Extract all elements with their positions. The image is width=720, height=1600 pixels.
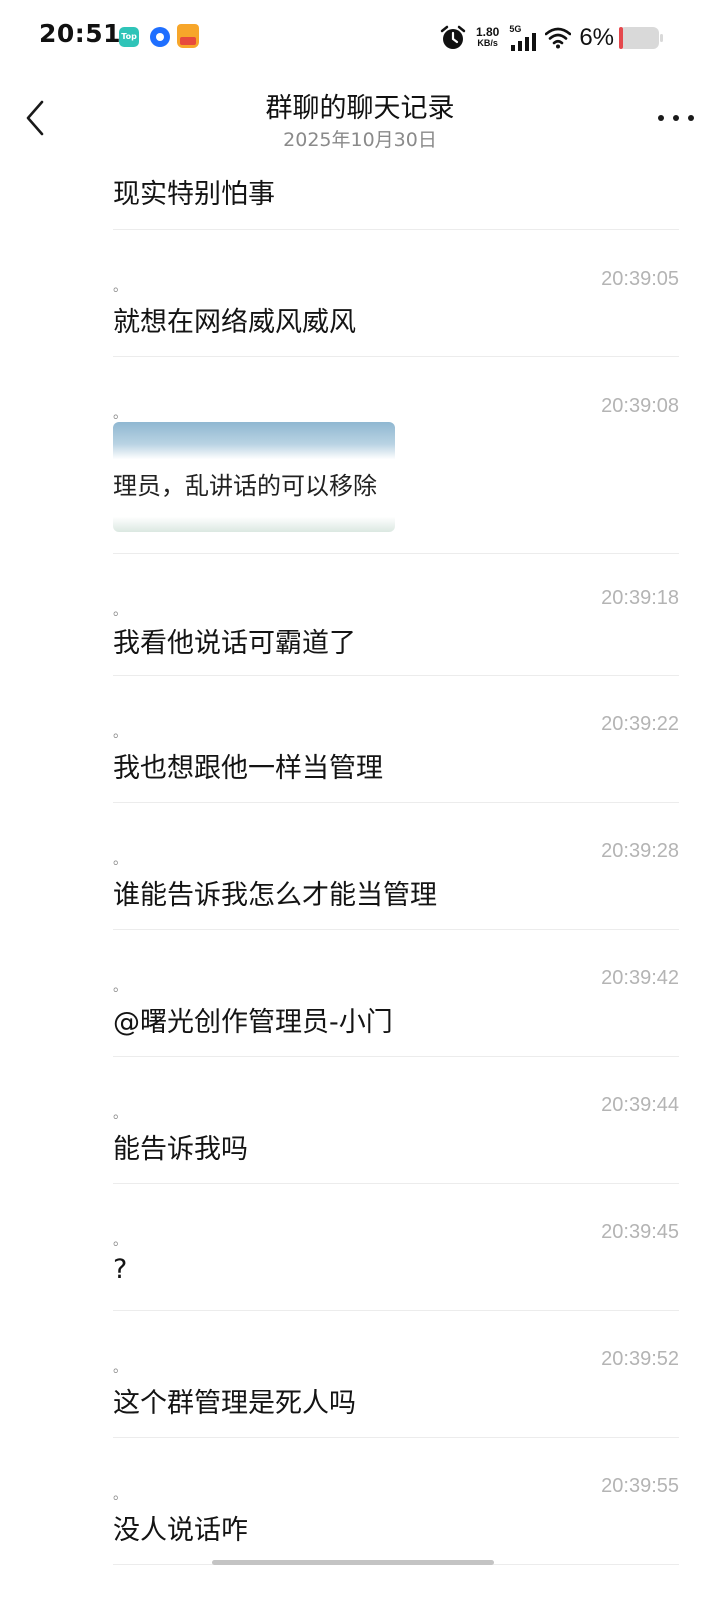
message-text: 我看他说话可霸道了 (113, 628, 356, 659)
dot (658, 115, 664, 121)
message-time: 20:39:42 (601, 967, 679, 989)
list-item[interactable]: 。 现实特别怕事 (113, 160, 679, 230)
net-speed-value: 1.80 (475, 25, 500, 39)
image-text: 理员，乱讲话的可以移除 (113, 472, 377, 500)
message-time: 20:39:28 (601, 840, 679, 862)
sender-name: 。 (113, 725, 127, 741)
image-message[interactable]: 理员，乱讲话的可以移除 (113, 422, 395, 532)
page-title: 群聊的聊天记录 (265, 93, 455, 124)
sender-name: 。 (113, 406, 127, 422)
sender-name: 。 (113, 1487, 127, 1503)
dot (688, 115, 694, 121)
message-list[interactable]: 。 现实特别怕事 。 20:39:05 就想在网络威风威风 。 20:39:08… (0, 160, 720, 1600)
list-item[interactable]: 。 20:39:18 我看他说话可霸道了 (113, 554, 679, 676)
status-time: 20:51 (39, 19, 122, 48)
message-time: 20:39:44 (601, 1094, 679, 1116)
sender-name: 。 (113, 1106, 127, 1122)
sender-name: 。 (113, 1233, 127, 1249)
sender-name: 。 (113, 979, 127, 995)
net-speed-unit: KB/s (477, 38, 498, 48)
chat-record-header: 群聊的聊天记录 2025年10月30日 (0, 76, 720, 160)
message-text: 没人说话咋 (113, 1515, 248, 1546)
message-time: 20:39:08 (601, 395, 679, 417)
list-item[interactable]: 。 20:39:28 谁能告诉我怎么才能当管理 (113, 803, 679, 930)
message-text: 现实特别怕事 (113, 179, 275, 210)
message-time: 20:39:22 (601, 713, 679, 735)
list-item[interactable]: 。 20:39:55 没人说话咋 (113, 1438, 679, 1565)
top-app-icon: Top (119, 27, 139, 47)
home-indicator[interactable] (212, 1560, 494, 1565)
message-text: 就想在网络威风威风 (113, 307, 356, 338)
message-time: 20:39:55 (601, 1475, 679, 1497)
message-time: 20:39:52 (601, 1348, 679, 1370)
list-item[interactable]: 。 20:39:52 这个群管理是死人吗 (113, 1311, 679, 1438)
message-time: 20:39:05 (601, 268, 679, 290)
message-text: 能告诉我吗 (113, 1134, 248, 1165)
message-text: @曙光创作管理员-小门 (113, 1007, 393, 1038)
list-item[interactable]: 。 20:39:45 ? (113, 1184, 679, 1311)
alarm-icon (440, 25, 466, 49)
message-time: 20:39:18 (601, 587, 679, 609)
status-bar: 20:51 Top 1.80 KB/s 5G 6% (0, 0, 720, 76)
system-icons: 1.80 KB/s 5G 6% (440, 24, 664, 52)
sender-name: 。 (113, 279, 127, 295)
page-subtitle-date: 2025年10月30日 (283, 129, 437, 151)
list-item[interactable]: 。 20:39:22 我也想跟他一样当管理 (113, 676, 679, 803)
cellular-signal: 5G (509, 24, 537, 51)
list-item[interactable]: 。 20:39:42 @曙光创作管理员-小门 (113, 930, 679, 1057)
list-item[interactable]: 。 20:39:05 就想在网络威风威风 (113, 230, 679, 357)
message-text: 谁能告诉我怎么才能当管理 (113, 880, 437, 911)
wifi-icon (545, 27, 572, 49)
sender-name: 。 (113, 852, 127, 868)
net-speed: 1.80 KB/s (475, 25, 500, 49)
message-text: ? (113, 1254, 128, 1285)
sender-name: 。 (113, 603, 127, 619)
list-item[interactable]: 。 20:39:08 理员，乱讲话的可以移除 (113, 357, 679, 554)
shopping-bag-app-icon (177, 24, 199, 48)
battery-icon (619, 27, 663, 49)
battery-percent: 6% (579, 24, 614, 51)
list-item[interactable]: 。 20:39:44 能告诉我吗 (113, 1057, 679, 1184)
more-horizontal-icon[interactable] (658, 104, 694, 132)
signal-bars-icon (511, 33, 537, 51)
message-text: 这个群管理是死人吗 (113, 1388, 356, 1419)
sender-name: 。 (113, 1360, 127, 1376)
message-time: 20:39:45 (601, 1221, 679, 1243)
message-text: 我也想跟他一样当管理 (113, 753, 383, 784)
circle-app-icon (150, 27, 170, 47)
dot (673, 115, 679, 121)
